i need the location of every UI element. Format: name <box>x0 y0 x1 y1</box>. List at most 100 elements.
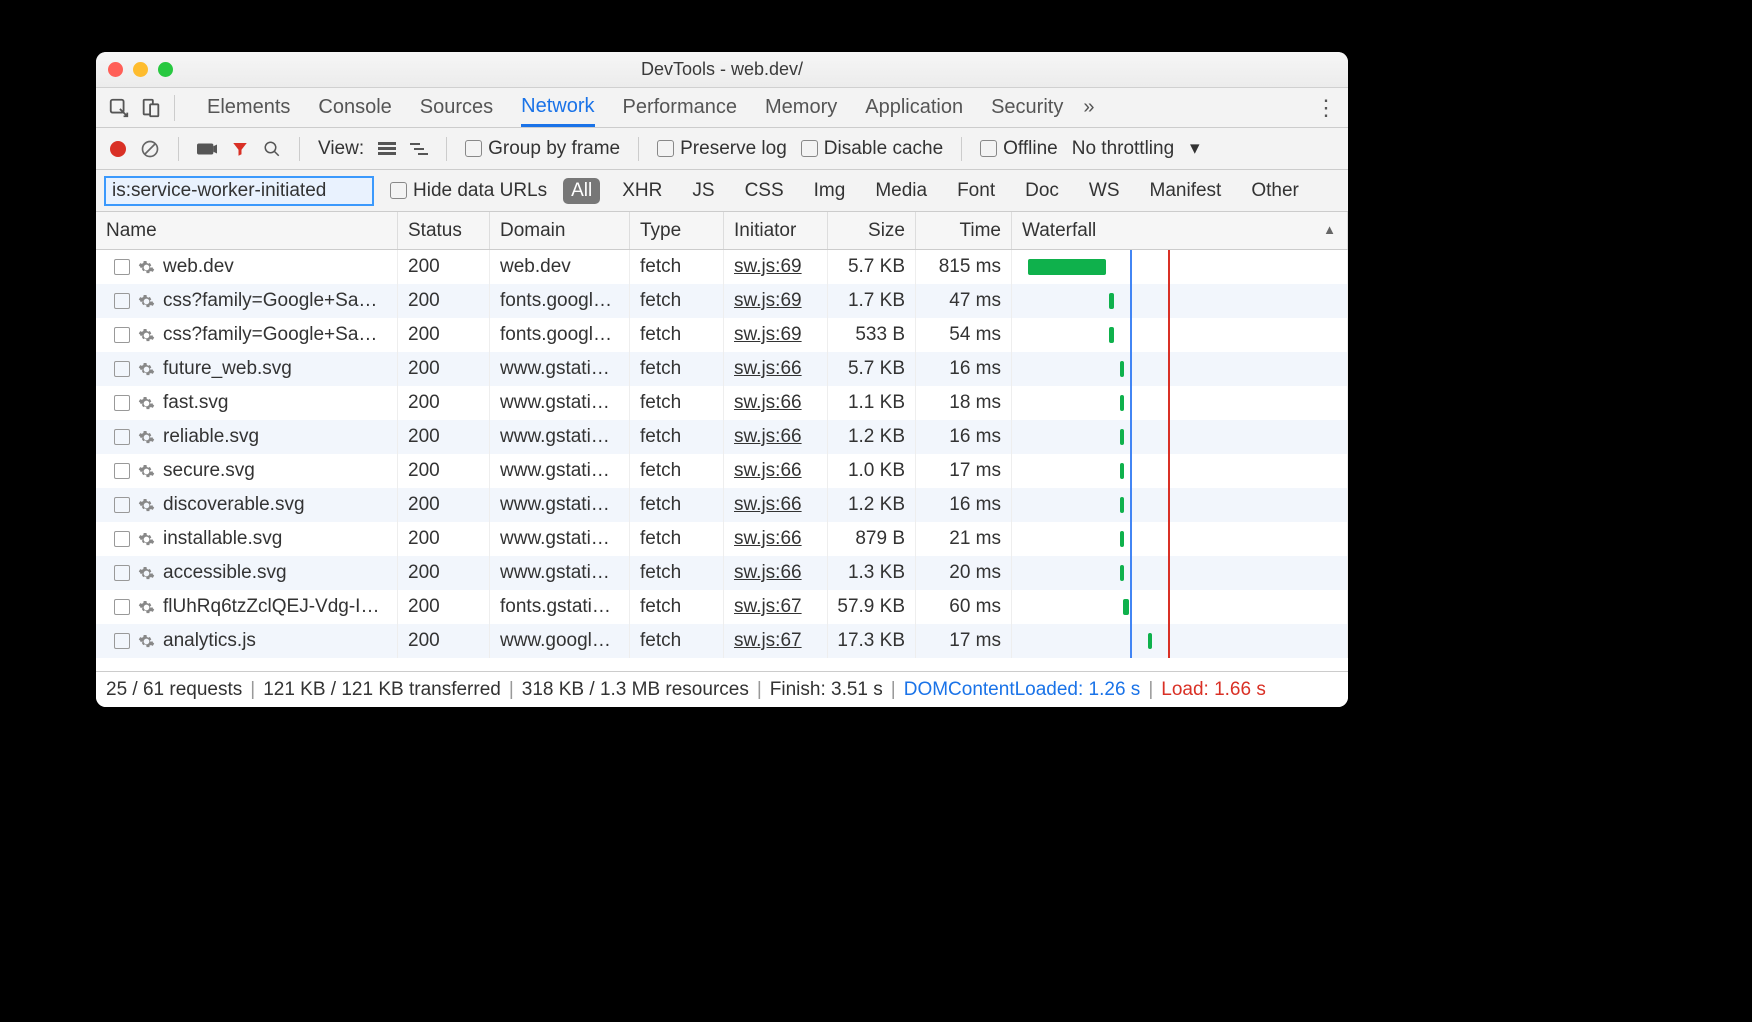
column-status[interactable]: Status <box>398 212 490 249</box>
cell-size: 5.7 KB <box>828 250 916 284</box>
initiator-link[interactable]: sw.js:66 <box>734 460 802 482</box>
filter-type-font[interactable]: Font <box>949 178 1003 204</box>
row-checkbox[interactable] <box>114 327 130 343</box>
filter-type-js[interactable]: JS <box>684 178 722 204</box>
hide-data-urls-checkbox[interactable]: Hide data URLs <box>390 180 547 202</box>
cell-domain: web.dev <box>490 250 630 284</box>
tab-application[interactable]: Application <box>865 88 963 127</box>
service-worker-icon <box>138 633 155 650</box>
row-checkbox[interactable] <box>114 531 130 547</box>
device-toggle-icon[interactable] <box>138 95 164 121</box>
row-checkbox[interactable] <box>114 259 130 275</box>
initiator-link[interactable]: sw.js:67 <box>734 596 802 618</box>
table-row[interactable]: fast.svg200www.gstati…fetchsw.js:661.1 K… <box>96 386 1348 420</box>
request-table: web.dev200web.devfetchsw.js:695.7 KB815 … <box>96 250 1348 671</box>
cell-waterfall <box>1012 624 1348 658</box>
maximize-window-button[interactable] <box>158 62 173 77</box>
large-rows-icon[interactable] <box>378 141 396 157</box>
table-header: Name Status Domain Type Initiator Size T… <box>96 212 1348 250</box>
clear-button[interactable] <box>140 139 160 159</box>
tab-sources[interactable]: Sources <box>420 88 493 127</box>
tab-security[interactable]: Security <box>991 88 1063 127</box>
row-checkbox[interactable] <box>114 497 130 513</box>
group-by-frame-checkbox[interactable]: Group by frame <box>465 138 620 160</box>
waterfall-overview-icon[interactable] <box>410 141 428 157</box>
table-row[interactable]: installable.svg200www.gstati…fetchsw.js:… <box>96 522 1348 556</box>
tab-elements[interactable]: Elements <box>207 88 290 127</box>
request-name: analytics.js <box>163 630 256 652</box>
initiator-link[interactable]: sw.js:69 <box>734 324 802 346</box>
column-size[interactable]: Size <box>828 212 916 249</box>
cell-waterfall <box>1012 250 1348 284</box>
table-row[interactable]: discoverable.svg200www.gstati…fetchsw.js… <box>96 488 1348 522</box>
row-checkbox[interactable] <box>114 599 130 615</box>
request-name: css?family=Google+Sa… <box>163 290 377 312</box>
table-row[interactable]: css?family=Google+Sa…200fonts.googl…fetc… <box>96 318 1348 352</box>
row-checkbox[interactable] <box>114 395 130 411</box>
more-tabs-button[interactable]: » <box>1083 88 1094 127</box>
cell-domain: fonts.gstati… <box>490 590 630 624</box>
cell-status: 200 <box>398 420 490 454</box>
initiator-link[interactable]: sw.js:66 <box>734 528 802 550</box>
table-row[interactable]: flUhRq6tzZclQEJ-Vdg-I…200fonts.gstati…fe… <box>96 590 1348 624</box>
column-name[interactable]: Name <box>96 212 398 249</box>
filter-type-img[interactable]: Img <box>806 178 854 204</box>
initiator-link[interactable]: sw.js:69 <box>734 290 802 312</box>
row-checkbox[interactable] <box>114 429 130 445</box>
table-row[interactable]: future_web.svg200www.gstati…fetchsw.js:6… <box>96 352 1348 386</box>
table-row[interactable]: reliable.svg200www.gstati…fetchsw.js:661… <box>96 420 1348 454</box>
column-time[interactable]: Time <box>916 212 1012 249</box>
search-icon[interactable] <box>263 140 281 158</box>
table-row[interactable]: accessible.svg200www.gstati…fetchsw.js:6… <box>96 556 1348 590</box>
filter-type-ws[interactable]: WS <box>1081 178 1128 204</box>
minimize-window-button[interactable] <box>133 62 148 77</box>
filter-type-css[interactable]: CSS <box>737 178 792 204</box>
throttling-select[interactable]: No throttling ▾ <box>1072 137 1200 160</box>
inspect-element-icon[interactable] <box>106 95 132 121</box>
table-row[interactable]: secure.svg200www.gstati…fetchsw.js:661.0… <box>96 454 1348 488</box>
cell-status: 200 <box>398 318 490 352</box>
filter-input[interactable] <box>104 176 374 206</box>
row-checkbox[interactable] <box>114 463 130 479</box>
service-worker-icon <box>138 259 155 276</box>
initiator-link[interactable]: sw.js:67 <box>734 630 802 652</box>
filter-type-manifest[interactable]: Manifest <box>1142 178 1230 204</box>
tab-performance[interactable]: Performance <box>623 88 738 127</box>
row-checkbox[interactable] <box>114 633 130 649</box>
record-button[interactable] <box>110 141 126 157</box>
row-checkbox[interactable] <box>114 361 130 377</box>
row-checkbox[interactable] <box>114 293 130 309</box>
table-row[interactable]: css?family=Google+Sa…200fonts.googl…fetc… <box>96 284 1348 318</box>
close-window-button[interactable] <box>108 62 123 77</box>
settings-menu-icon[interactable]: ⋮ <box>1314 95 1338 121</box>
row-checkbox[interactable] <box>114 565 130 581</box>
disable-cache-checkbox[interactable]: Disable cache <box>801 138 943 160</box>
service-worker-icon <box>138 497 155 514</box>
filter-type-all[interactable]: All <box>563 178 600 204</box>
tab-console[interactable]: Console <box>318 88 391 127</box>
filter-type-other[interactable]: Other <box>1243 178 1307 204</box>
column-type[interactable]: Type <box>630 212 724 249</box>
filter-icon[interactable] <box>231 140 249 158</box>
filter-type-doc[interactable]: Doc <box>1017 178 1067 204</box>
initiator-link[interactable]: sw.js:66 <box>734 494 802 516</box>
tab-memory[interactable]: Memory <box>765 88 837 127</box>
window-title: DevTools - web.dev/ <box>96 59 1348 80</box>
tab-network[interactable]: Network <box>521 88 594 127</box>
table-row[interactable]: analytics.js200www.googl…fetchsw.js:6717… <box>96 624 1348 658</box>
column-domain[interactable]: Domain <box>490 212 630 249</box>
initiator-link[interactable]: sw.js:66 <box>734 562 802 584</box>
table-row[interactable]: web.dev200web.devfetchsw.js:695.7 KB815 … <box>96 250 1348 284</box>
filter-type-xhr[interactable]: XHR <box>614 178 670 204</box>
filter-type-media[interactable]: Media <box>867 178 935 204</box>
column-initiator[interactable]: Initiator <box>724 212 828 249</box>
cell-type: fetch <box>630 250 724 284</box>
initiator-link[interactable]: sw.js:66 <box>734 358 802 380</box>
offline-checkbox[interactable]: Offline <box>980 138 1058 160</box>
initiator-link[interactable]: sw.js:66 <box>734 392 802 414</box>
initiator-link[interactable]: sw.js:66 <box>734 426 802 448</box>
preserve-log-checkbox[interactable]: Preserve log <box>657 138 787 160</box>
column-waterfall[interactable]: Waterfall <box>1012 212 1348 249</box>
initiator-link[interactable]: sw.js:69 <box>734 256 802 278</box>
capture-screenshots-icon[interactable] <box>197 141 217 157</box>
